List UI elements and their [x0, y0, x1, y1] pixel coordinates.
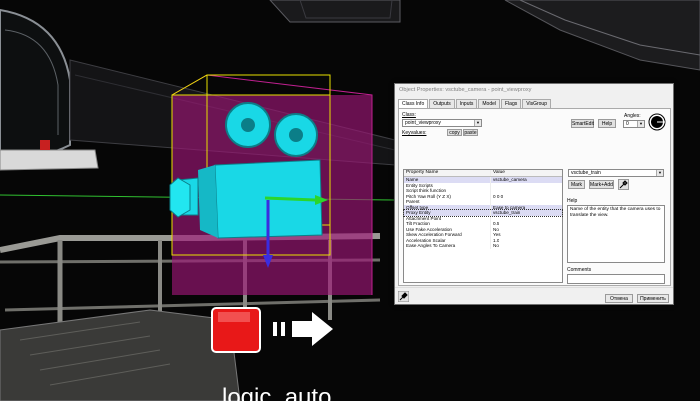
value-select-value: vsctube_train	[571, 170, 601, 176]
class-select-value: point_viewproxy	[405, 120, 441, 126]
table-row[interactable]: Ease Angles To Camera No	[404, 243, 562, 249]
row-value: No	[493, 243, 499, 248]
angles-select[interactable]: 0 ▼	[623, 120, 645, 128]
class-select[interactable]: point_viewproxy ▼	[402, 119, 482, 127]
class-info-panel: Class: point_viewproxy ▼ Keyvalues: copy…	[398, 108, 671, 286]
row-value: vsctube_camera	[493, 177, 527, 182]
eyedropper-icon	[619, 180, 628, 189]
help-button[interactable]: Help	[598, 119, 616, 128]
help-text-box: Name of the entity that the camera uses …	[567, 205, 665, 263]
keyvalues-label: Keyvalues:	[402, 130, 427, 136]
tab-outputs[interactable]: Outputs	[429, 99, 455, 108]
angles-value: 0	[626, 121, 629, 127]
help-label: Help	[567, 198, 578, 204]
chevron-down-icon: ▼	[656, 170, 663, 176]
eyedropper-button[interactable]	[618, 179, 629, 190]
row-name: Ease Angles To Camera	[404, 243, 491, 249]
dialog-footer: Отмена Применить	[395, 287, 673, 304]
col-value-header: Value	[493, 170, 505, 175]
row-value: vsctube_train	[493, 210, 521, 215]
col-property-header: Property Name	[404, 170, 491, 176]
tab-inputs[interactable]: Inputs	[455, 99, 478, 108]
angles-label: Angles:	[624, 113, 641, 119]
value-select[interactable]: vsctube_train ▼	[568, 169, 664, 177]
chevron-down-icon: ▼	[637, 121, 644, 127]
paste-button[interactable]: paste	[463, 129, 478, 136]
cancel-button[interactable]: Отмена	[605, 294, 633, 303]
tube-top	[269, 0, 401, 23]
comments-field[interactable]	[567, 274, 665, 284]
angle-dial-icon[interactable]	[648, 113, 666, 131]
keyvalue-table[interactable]: Property Name Value Name vsctube_camera E…	[403, 169, 563, 283]
object-properties-dialog[interactable]: Object Properties: vsctube_camera - poin…	[394, 83, 674, 305]
class-label: Class:	[402, 112, 416, 118]
pick-entity-icon[interactable]	[398, 291, 409, 302]
tab-bar: Class Info Outputs Inputs Model Flags Vi…	[398, 99, 552, 108]
tab-model[interactable]: Model	[478, 99, 500, 108]
table-header: Property Name Value	[404, 170, 562, 177]
comments-label: Comments	[567, 267, 592, 273]
chevron-down-icon: ▼	[474, 120, 481, 126]
dialog-title: Object Properties: vsctube_camera - poin…	[399, 87, 532, 93]
mark-add-button[interactable]: Mark+Add	[589, 180, 614, 189]
apply-button[interactable]: Применить	[637, 294, 669, 303]
copy-button[interactable]: copy	[447, 129, 462, 136]
tab-class-info[interactable]: Class Info	[398, 99, 429, 108]
mark-button[interactable]: Mark	[568, 180, 585, 189]
tab-visgroup[interactable]: VisGroup	[522, 99, 551, 108]
smartedit-button[interactable]: SmartEdit	[571, 119, 594, 128]
tab-flags[interactable]: Flags	[501, 99, 522, 108]
entity-label: logic_auto	[222, 384, 331, 401]
